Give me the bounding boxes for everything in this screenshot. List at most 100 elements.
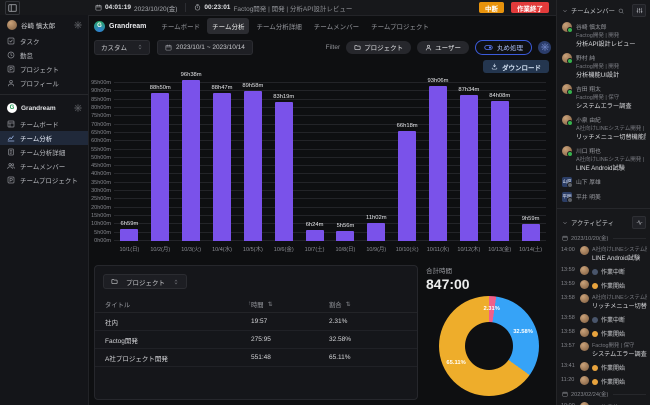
sidebar-team-item-1[interactable]: チーム分析 <box>0 131 88 145</box>
chart-settings-button[interactable] <box>538 41 551 54</box>
member-task: LINE Android試験 <box>576 163 646 172</box>
member-row[interactable]: 山厚 山下 厚雄 <box>557 175 650 190</box>
bar-10/2(月)[interactable] <box>151 93 169 241</box>
user-filter-button[interactable]: ユーザー <box>417 41 469 54</box>
project-square-icon <box>7 65 15 73</box>
bar-10/1(日)[interactable] <box>120 229 138 241</box>
activity-filter-button[interactable] <box>632 216 646 229</box>
activity-item[interactable]: 13:59 作業開始 <box>557 278 650 292</box>
search-icon[interactable] <box>618 8 624 14</box>
bar-10/9(月)[interactable] <box>367 223 385 241</box>
doc-icon <box>7 148 15 156</box>
user-menu[interactable]: 谷崎 慎太郎 <box>0 15 88 34</box>
bar-10/13(金)[interactable] <box>491 101 509 241</box>
member-row[interactable]: 吉田 翔太 Factog開発 | 保守 システムエラー調査 <box>557 82 650 113</box>
user-settings-gear-icon[interactable] <box>74 21 82 29</box>
member-row[interactable]: 小泉 由紀 A社向けLINEシステム開発 | 開発 リッチメニュー切替機能開発 <box>557 113 650 144</box>
status-start-icon <box>592 365 598 371</box>
bar-10/6(金)[interactable] <box>275 102 293 241</box>
sidebar-item-3[interactable]: プロフィール <box>0 76 88 90</box>
bar-10/4(水)[interactable] <box>213 93 231 241</box>
team-members-header[interactable]: チームメンバー <box>557 0 650 20</box>
table-row[interactable]: A社プロジェクト開発 551:48 65.11% <box>95 349 417 367</box>
activity-item[interactable]: 13:58 A社向けLINEシステム開発 | 開発 リッチメニュー切替機能開発 <box>557 292 650 312</box>
member-row[interactable]: 野村 純 Factog開発 | 開発 分析機能UI設計 <box>557 51 650 82</box>
download-button[interactable]: ダウンロード <box>483 60 549 73</box>
activity-item[interactable]: 13:58 作業中断 <box>557 312 650 326</box>
sidebar-team-item-4[interactable]: チームプロジェクト <box>0 173 88 187</box>
date-range-picker[interactable]: 2023/10/1 ~ 2023/10/14 <box>157 40 253 55</box>
col-title[interactable]: タイトル <box>105 300 130 309</box>
member-row[interactable]: 川口 翔也 A社向けLINEシステム開発 | 試験 LINE Android試験 <box>557 144 650 175</box>
activity-item[interactable]: 11:20 作業開始 <box>557 374 650 388</box>
activity-item[interactable]: 13:59 作業中断 <box>557 264 650 278</box>
bar-slot: 9h59m <box>515 83 546 241</box>
finish-work-button[interactable]: 作業終了 <box>511 2 549 13</box>
bar-10/5(木)[interactable] <box>244 91 262 241</box>
x-axis-label: 10/10(火) <box>392 245 423 253</box>
row-time: 551:48 <box>251 354 329 361</box>
member-avatar <box>562 53 572 63</box>
sidebar-item-2[interactable]: プロジェクト <box>0 62 88 76</box>
donut-hole <box>465 322 513 370</box>
members-filter-button[interactable] <box>632 4 646 17</box>
activity-project: Factog開発 | 保守 <box>592 341 647 349</box>
sidebar-item-1[interactable]: 勤怠 <box>0 48 88 62</box>
tab-3[interactable]: チームメンバー <box>309 18 364 34</box>
activity-time: 13:59 <box>561 267 577 273</box>
y-axis-label: 90h00m <box>88 88 111 94</box>
sidebar-team-item-2[interactable]: チーム分析詳細 <box>0 145 88 159</box>
y-axis-label: 0h00m <box>88 238 111 244</box>
sort-icon[interactable]: ⇅ <box>268 301 273 308</box>
table-row[interactable]: 社内 19:57 2.31% <box>95 313 417 331</box>
tab-0[interactable]: チームボード <box>156 18 205 34</box>
row-time: 19:57 <box>251 318 329 325</box>
range-type-select[interactable]: カスタム <box>94 40 150 55</box>
project-filter-label: プロジェクト <box>364 42 403 52</box>
member-row[interactable]: 谷崎 慎太郎 Factog開発 | 開発 分析API設計レビュー <box>557 20 650 51</box>
row-pct: 32.58% <box>329 336 407 343</box>
activity-status-text: 作業中断 <box>601 267 625 276</box>
col-time[interactable]: 時間 <box>251 300 264 309</box>
activity-item[interactable]: 13:58 作業開始 <box>557 326 650 340</box>
activity-header[interactable]: アクティビティ <box>557 212 650 232</box>
activity-avatar <box>580 266 589 275</box>
activity-task: LINE Android試験 <box>592 253 647 262</box>
tab-1[interactable]: チーム分析 <box>207 18 249 34</box>
tab-4[interactable]: チームプロジェクト <box>366 18 434 34</box>
bar-10/12(木)[interactable] <box>460 95 478 241</box>
activity-time: 13:59 <box>561 281 577 287</box>
activity-item[interactable]: 14:00 A社向けLINEシステム開発 | 試験 LINE Android試験 <box>557 244 650 264</box>
project-filter-button[interactable]: プロジェクト <box>346 41 411 54</box>
rounding-toggle[interactable]: 丸め処理 <box>475 40 532 55</box>
workspace-menu[interactable]: G Grandream <box>0 99 88 117</box>
workspace-settings-gear-icon[interactable] <box>74 104 82 112</box>
bar-10/3(火)[interactable] <box>182 80 200 241</box>
bar-10/14(土)[interactable] <box>522 224 540 241</box>
col-pct[interactable]: 割合 <box>329 300 342 309</box>
bar-10/7(土)[interactable] <box>306 230 324 241</box>
x-axis-label: 10/1(日) <box>114 245 145 253</box>
member-row[interactable]: 平明 平井 明美 <box>557 190 650 205</box>
y-axis-label: 45h00m <box>88 163 111 169</box>
activity-item[interactable]: 10:00 作業終了 <box>557 400 650 405</box>
bar-slot: 6h24m <box>299 83 330 241</box>
bar-10/8(日)[interactable] <box>336 231 354 241</box>
sidebar-item-0[interactable]: タスク <box>0 34 88 48</box>
sidebar-toggle-icon[interactable] <box>5 1 20 15</box>
table-row[interactable]: Factog開発 275:95 32.58% <box>95 331 417 349</box>
activity-item[interactable]: 13:57 Factog開発 | 保守 システムエラー調査 <box>557 340 650 360</box>
sidebar-item-label: プロフィール <box>20 78 59 88</box>
bar-10/10(火)[interactable] <box>398 131 416 241</box>
page-title: Grandream <box>109 23 146 30</box>
activity-item[interactable]: 13:41 作業開始 <box>557 360 650 374</box>
breakdown-dimension-select[interactable]: プロジェクト <box>103 274 187 289</box>
sort-icon[interactable]: ⇅ <box>346 301 351 308</box>
tab-2[interactable]: チーム分析詳細 <box>251 18 306 34</box>
activity-time: 11:20 <box>561 377 577 383</box>
sidebar-team-item-0[interactable]: チームボード <box>0 117 88 131</box>
bar-slot: 66h18m <box>392 83 423 241</box>
bar-10/11(水)[interactable] <box>429 86 447 241</box>
pause-button[interactable]: 中断 <box>479 2 504 13</box>
sidebar-team-item-3[interactable]: チームメンバー <box>0 159 88 173</box>
